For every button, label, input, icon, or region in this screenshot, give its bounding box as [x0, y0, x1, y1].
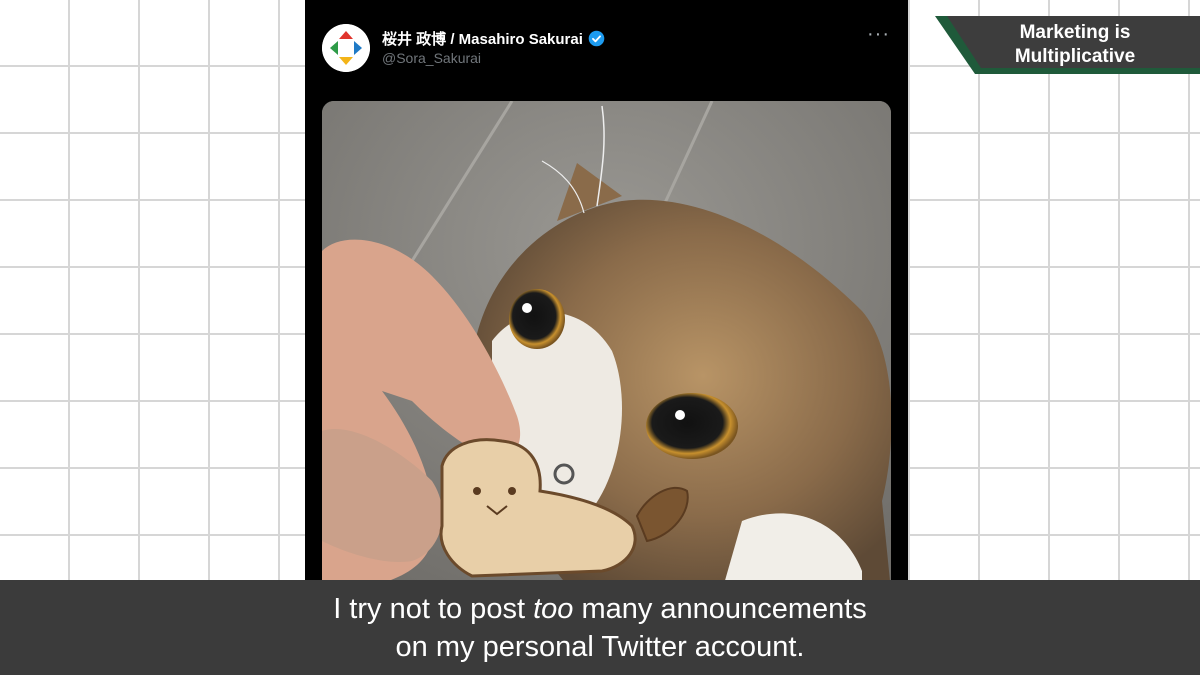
display-name-row[interactable]: 桜井 政博 / Masahiro Sakurai — [382, 28, 605, 49]
caption-line-1-start: I try not to post — [333, 593, 534, 625]
display-name[interactable]: 桜井 政博 / Masahiro Sakurai — [382, 28, 583, 49]
badge-line-2: Multiplicative — [1014, 46, 1136, 67]
more-options-icon[interactable]: ··· — [867, 24, 890, 44]
caption-line-1: I try not to post too many announcements — [0, 590, 1200, 628]
avatar[interactable] — [322, 24, 370, 72]
user-handle[interactable]: @Sora_Sakurai — [382, 50, 481, 66]
tweet-photo[interactable] — [322, 101, 891, 580]
badge-text: Marketing is Multiplicative — [965, 16, 1185, 74]
tweet-card[interactable]: 桜井 政博 / Masahiro Sakurai @Sora_Sakurai ·… — [305, 0, 908, 580]
cat-photo-image — [322, 101, 891, 580]
caption-line-2: on my personal Twitter account. — [395, 631, 805, 663]
verified-badge-icon — [588, 30, 605, 47]
topic-badge: Marketing is Multiplicative — [935, 16, 1200, 74]
subtitle-caption: I try not to post too many announcements… — [0, 580, 1200, 675]
caption-emphasis: too — [533, 593, 574, 625]
badge-line-1: Marketing is — [1019, 22, 1131, 43]
caption-line-1-end: many announcements — [573, 593, 867, 625]
game-controller-logo-icon — [322, 24, 370, 72]
